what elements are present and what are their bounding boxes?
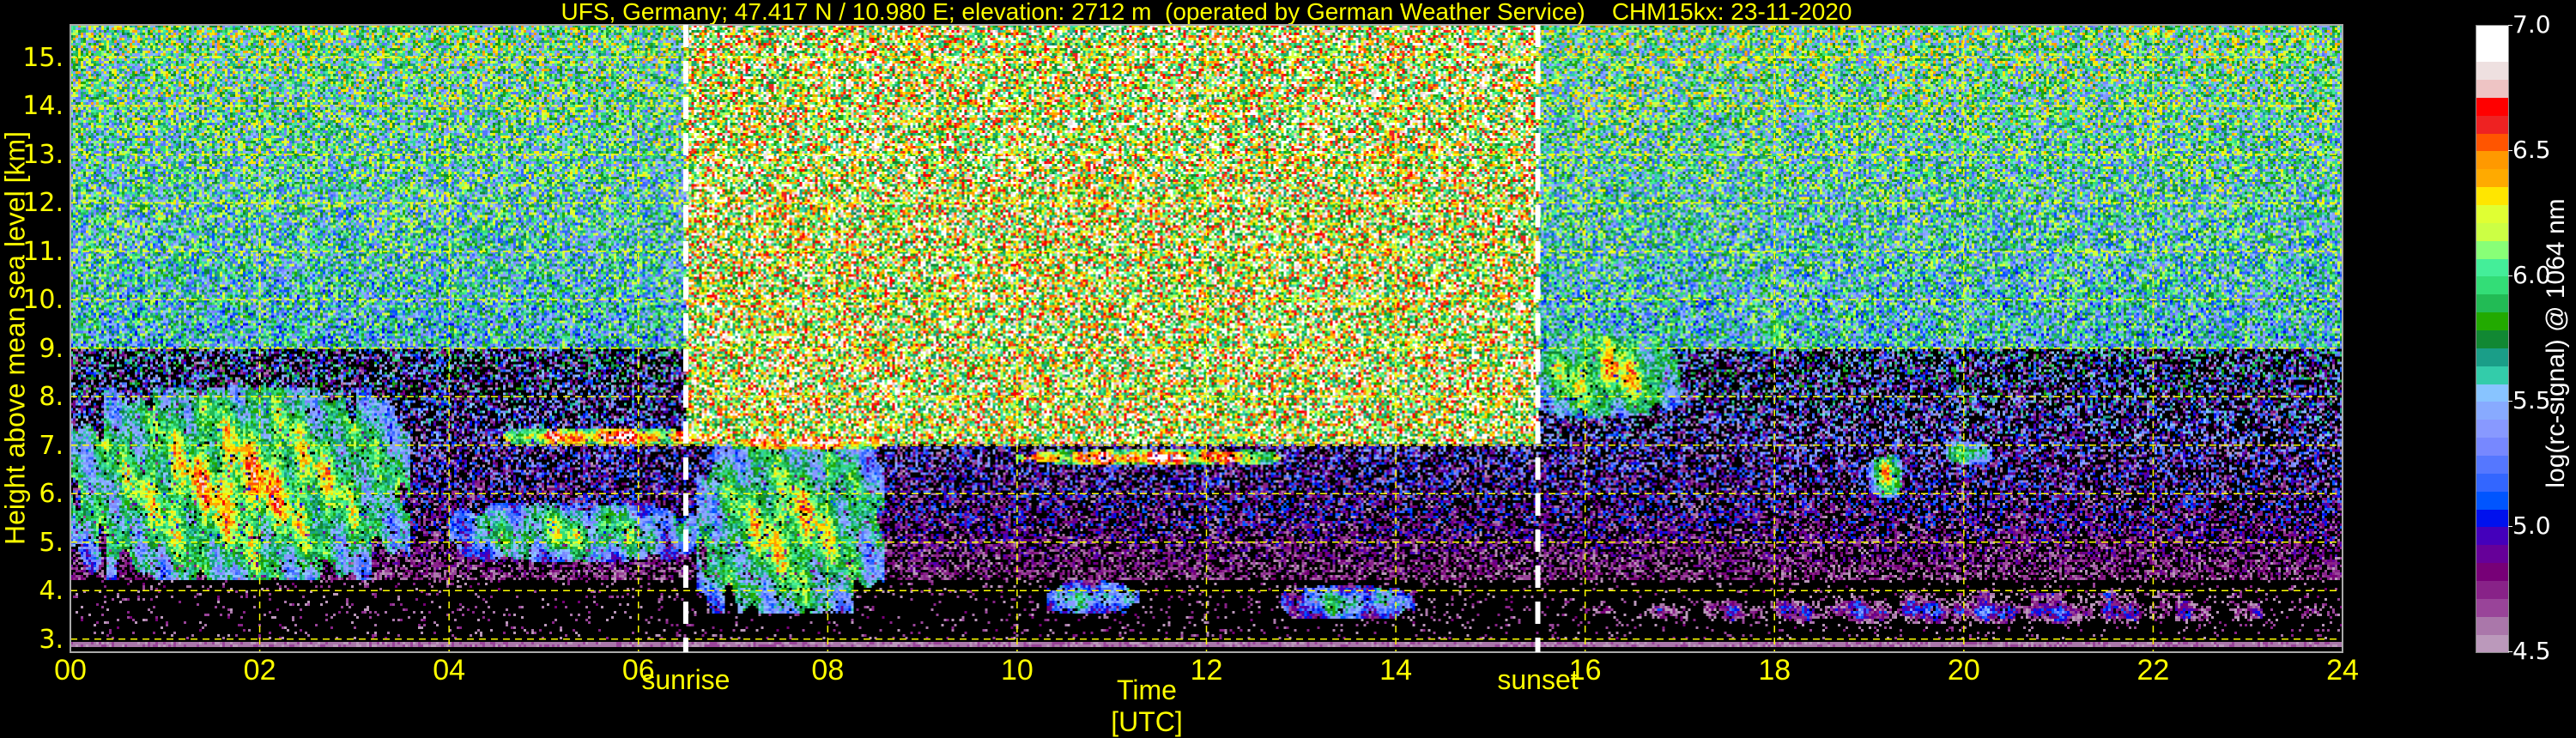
colorbar-bin — [2476, 544, 2508, 564]
chart-title: UFS, Germany; 47.417 N / 10.980 E; eleva… — [561, 0, 1852, 25]
sunset-label: sunset — [1497, 664, 1579, 695]
colorbar-bin — [2476, 204, 2508, 223]
colorbar-bin — [2476, 168, 2508, 188]
x-tick-label: 10 — [1000, 654, 1033, 687]
colorbar-tick — [2508, 25, 2512, 26]
colorbar-bin — [2476, 419, 2508, 439]
colorbar-tick — [2508, 150, 2512, 151]
colorbar-tick-label: 7.0 — [2512, 10, 2551, 39]
colorbar-bin — [2476, 312, 2508, 331]
colorbar-tick-label: 5.0 — [2512, 511, 2551, 540]
colorbar-bin — [2476, 634, 2508, 653]
y-tick-label: 11. — [22, 236, 64, 267]
colorbar-tick — [2508, 651, 2512, 652]
x-tick-label: 02 — [243, 654, 276, 687]
x-tick-label: 22 — [2137, 654, 2170, 687]
y-tick-label: 13. — [22, 139, 64, 170]
sunrise-label: sunrise — [641, 664, 730, 695]
colorbar-bin — [2476, 509, 2508, 528]
y-tick-label: 15. — [22, 42, 64, 73]
colorbar-bin — [2476, 151, 2508, 170]
colorbar-bin — [2476, 186, 2508, 206]
x-tick-label: 14 — [1379, 654, 1412, 687]
colorbar-tick-label: 6.5 — [2512, 136, 2551, 164]
colorbar-bin — [2476, 348, 2508, 366]
y-tick-label: 3. — [39, 624, 64, 655]
colorbar-tick — [2508, 526, 2512, 527]
colorbar-bin — [2476, 437, 2508, 457]
colorbar-bin — [2476, 240, 2508, 259]
colorbar-tick — [2508, 401, 2512, 402]
colorbar-bin — [2476, 133, 2508, 152]
colorbar-bin — [2476, 293, 2508, 313]
y-tick-label: 9. — [39, 333, 64, 364]
y-tick-label: 14. — [22, 91, 64, 122]
colorbar-bin — [2476, 97, 2508, 116]
x-tick-label: 04 — [433, 654, 466, 687]
colorbar-bin — [2476, 616, 2508, 635]
grid-overlay — [70, 24, 2343, 653]
colorbar-bin — [2476, 276, 2508, 295]
colorbar-bin — [2476, 473, 2508, 492]
colorbar-bin — [2476, 455, 2508, 474]
colorbar-bin — [2476, 562, 2508, 582]
y-tick-label: 6. — [39, 479, 64, 510]
y-tick-label: 5. — [39, 527, 64, 558]
colorbar-bin — [2476, 222, 2508, 241]
x-axis-label: Time [UTC] — [1111, 674, 1183, 737]
x-tick-label: 18 — [1758, 654, 1791, 687]
x-tick-label: 24 — [2326, 654, 2359, 687]
colorbar-bin — [2476, 384, 2508, 402]
colorbar-bin — [2476, 402, 2508, 420]
x-tick-label: 08 — [811, 654, 845, 687]
colorbar — [2476, 25, 2509, 653]
y-tick-label: 12. — [22, 188, 64, 219]
colorbar-bin — [2476, 61, 2508, 81]
colorbar-label: log(rc-signal) @ 1064 nm — [2542, 198, 2570, 488]
colorbar-bin — [2476, 366, 2508, 384]
colorbar-bin — [2476, 598, 2508, 617]
y-tick-label: 7. — [39, 430, 64, 461]
colorbar-bin — [2476, 330, 2508, 348]
colorbar-bin — [2476, 527, 2508, 546]
colorbar-bin — [2476, 79, 2508, 98]
colorbar-bin — [2476, 491, 2508, 510]
colorbar-bin — [2476, 43, 2508, 63]
colorbar-tick — [2508, 275, 2512, 276]
plot-area — [70, 24, 2343, 653]
colorbar-bin — [2476, 580, 2508, 599]
x-tick-label: 00 — [54, 654, 87, 687]
y-tick-label: 8. — [39, 382, 64, 413]
colorbar-tick-label: 4.5 — [2512, 637, 2551, 665]
colorbar-bin — [2476, 258, 2508, 277]
colorbar-bin — [2476, 115, 2508, 134]
y-tick-label: 4. — [39, 576, 64, 607]
colorbar-bin — [2476, 26, 2508, 45]
y-tick-label: 10. — [22, 285, 64, 316]
x-tick-label: 20 — [1947, 654, 1980, 687]
